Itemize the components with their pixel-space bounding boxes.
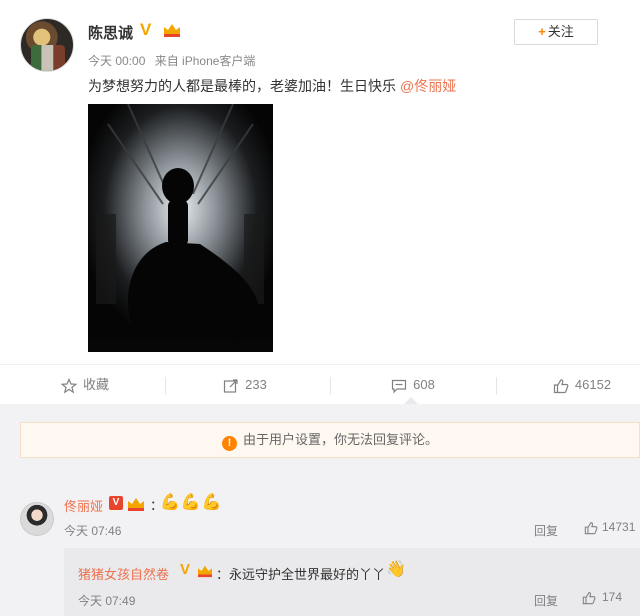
crown-icon (164, 24, 180, 37)
comment-reply-button[interactable]: 回复 (534, 522, 558, 539)
repost-button[interactable]: 233 (200, 365, 290, 405)
divider (330, 377, 331, 395)
muscle-emoji-icon: 💪💪💪 (160, 494, 223, 511)
post-meta: 今天 00:00 来自 iPhone客户端 (88, 52, 261, 69)
crown-icon (198, 565, 212, 578)
verified-v-icon: V (180, 561, 191, 578)
comment-icon (392, 379, 407, 394)
comment-item: 佟丽娅 V ： 💪💪💪 今天 07:46 回复 14731 猪猪女孩自然卷 V … (20, 482, 640, 616)
like-icon (584, 521, 598, 535)
comment-time: 今天 07:46 (64, 524, 122, 538)
wave-emoji-icon: 👋 (386, 561, 406, 578)
commenter-name[interactable]: 佟丽娅 (64, 496, 103, 515)
divider (165, 377, 166, 395)
like-count: 46152 (574, 377, 612, 392)
sub-comment-reply-button[interactable]: 回复 (534, 592, 558, 609)
author-avatar[interactable] (20, 18, 74, 72)
comment-section: ! 由于用户设置，你无法回复评论。 佟丽娅 V ： 💪💪💪 今天 07:46 回复… (0, 404, 640, 616)
star-icon (60, 377, 77, 394)
reply-disabled-notice: ! 由于用户设置，你无法回复评论。 (20, 422, 640, 458)
sub-comment: 猪猪女孩自然卷 V ：永远守护全世界最好的丫丫 👋 今天 07:49 回复 17… (64, 548, 640, 616)
verified-v-icon: V (140, 20, 152, 39)
action-bar: 收藏 233 608 46152 (0, 364, 640, 404)
post-source: 来自 iPhone客户端 (154, 54, 256, 68)
sub-comment-text: ：永远守护全世界最好的丫丫 (216, 567, 386, 582)
follow-button[interactable]: + 关注 (514, 19, 598, 45)
like-icon (553, 378, 569, 393)
comment-like-button[interactable]: 14731 (584, 520, 635, 535)
warning-icon: ! (221, 436, 237, 451)
comment-like-count: 14731 (602, 520, 636, 534)
repost-count: 233 (245, 377, 267, 392)
notice-text: 由于用户设置，你无法回复评论。 (242, 432, 438, 447)
author-name[interactable]: 陈思诚 (88, 22, 133, 43)
favorite-button[interactable]: 收藏 (40, 365, 130, 405)
comment-count: 608 (413, 377, 435, 392)
post-photo[interactable] (88, 104, 273, 352)
verified-v-icon: V (109, 496, 123, 510)
sub-comment-time: 今天 07:49 (78, 594, 136, 608)
sub-commenter-name[interactable]: 猪猪女孩自然卷 (78, 564, 169, 583)
mention-link[interactable]: @佟丽娅 (400, 78, 456, 94)
like-button[interactable]: 46152 (534, 365, 630, 405)
commenter-avatar[interactable] (20, 502, 54, 536)
follow-label: 关注 (547, 24, 574, 39)
corridor-silhouette-image (88, 104, 273, 352)
post-time[interactable]: 今天 00:00 (88, 54, 145, 68)
sub-comment-like-button[interactable]: 174 (582, 590, 622, 605)
crown-icon (128, 498, 144, 511)
like-icon (582, 591, 596, 605)
plus-icon: + (538, 24, 546, 39)
sub-comment-like-count: 174 (602, 590, 623, 604)
post-header: 陈思诚 V 今天 00:00 来自 iPhone客户端 + 关注 为梦想努力的人都… (0, 0, 640, 100)
comment-pointer (404, 397, 418, 404)
post-body: 为梦想努力的人都是最棒的，老婆加油！生日快乐 (88, 78, 396, 94)
favorite-label: 收藏 (82, 377, 109, 392)
repost-icon (224, 378, 238, 393)
divider (496, 377, 497, 395)
post-text: 为梦想努力的人都是最棒的，老婆加油！生日快乐 @佟丽娅 (88, 76, 456, 96)
